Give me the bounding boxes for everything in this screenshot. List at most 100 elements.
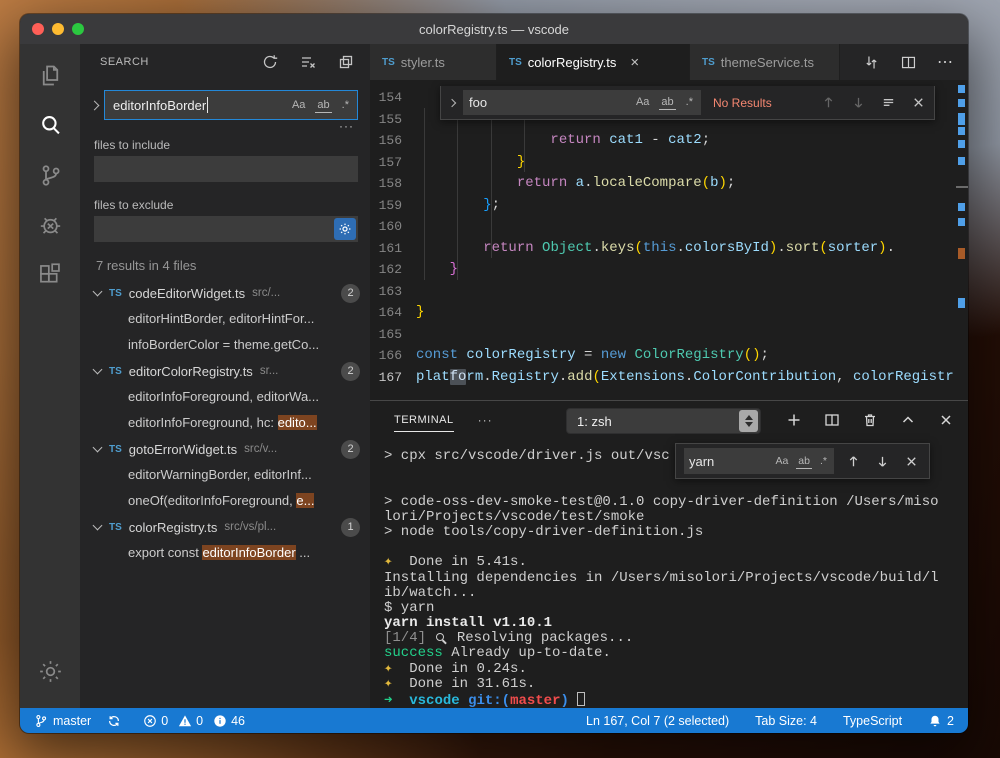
files-to-exclude-input[interactable] (94, 216, 358, 242)
find-next-icon[interactable] (875, 454, 890, 469)
find-in-selection-icon[interactable] (881, 95, 896, 110)
code-line[interactable]: 159 }; (370, 195, 954, 217)
terminal-find-input[interactable]: yarn Aa ab .* (684, 448, 834, 474)
activitybar-search[interactable] (20, 100, 80, 150)
notifications-item[interactable]: 2 (928, 714, 954, 728)
find-input[interactable]: foo Aa ab .* (463, 90, 701, 115)
code-line[interactable]: 165 (370, 324, 954, 346)
toggle-search-details-button[interactable]: ··· (80, 120, 370, 134)
search-result-file-row[interactable]: TScolorRegistry.tssrc/vs/pl...1 (80, 514, 370, 540)
find-previous-icon[interactable] (846, 454, 861, 469)
minimize-window-button[interactable] (52, 23, 64, 35)
tab-themeservice[interactable]: TS themeService.ts (690, 44, 840, 80)
activitybar-explorer[interactable] (20, 50, 80, 100)
problems-item[interactable]: 0 0 46 (137, 714, 245, 728)
search-result-match-row[interactable]: editorInfoForeground, hc: edito... (80, 410, 370, 436)
find-previous-icon[interactable] (821, 95, 836, 110)
close-find-icon[interactable] (904, 454, 919, 469)
code-line[interactable]: 164} (370, 302, 954, 324)
cursor-position-item[interactable]: Ln 167, Col 7 (2 selected) (586, 714, 729, 728)
chevron-down-icon[interactable] (93, 521, 103, 531)
clear-results-icon[interactable] (300, 54, 316, 70)
whole-word-toggle[interactable]: ab (796, 454, 812, 469)
match-case-toggle[interactable]: Aa (290, 98, 307, 113)
code-line[interactable]: 157 } (370, 152, 954, 174)
line-number: 166 (370, 345, 416, 367)
tab-bar: TS styler.ts TS colorRegistry.ts × TS th… (370, 44, 968, 80)
toggle-replace-chevron-icon[interactable] (90, 100, 100, 110)
search-result-match-row[interactable]: editorWarningBorder, editorInf... (80, 462, 370, 488)
close-window-button[interactable] (32, 23, 44, 35)
search-result-match-row[interactable]: infoBorderColor = theme.getCo... (80, 332, 370, 358)
activitybar-debug[interactable] (20, 200, 80, 250)
line-number: 154 (370, 87, 416, 109)
search-result-match-row[interactable]: oneOf(editorInfoForeground, e... (80, 488, 370, 514)
kill-terminal-trash-icon[interactable] (862, 412, 878, 428)
files-to-include-input[interactable] (94, 156, 358, 182)
search-result-file-row[interactable]: TSeditorColorRegistry.tssr...2 (80, 358, 370, 384)
errors-icon (143, 714, 157, 728)
whole-word-toggle[interactable]: ab (659, 95, 675, 110)
search-result-match-row[interactable]: export const editorInfoBorder ... (80, 540, 370, 566)
code-line[interactable]: 161 return Object.keys(this.colorsById).… (370, 238, 954, 260)
tab-colorregistry[interactable]: TS colorRegistry.ts × (497, 44, 690, 80)
code-line[interactable]: 160 (370, 216, 954, 238)
chevron-down-icon[interactable] (93, 443, 103, 453)
zoom-window-button[interactable] (72, 23, 84, 35)
terminal-tab[interactable]: TERMINAL (394, 414, 454, 432)
tab-size-item[interactable]: Tab Size: 4 (755, 714, 817, 728)
code-line[interactable]: 167platform.Registry.add(Extensions.Colo… (370, 367, 954, 389)
code-line[interactable]: 158 return a.localeCompare(b); (370, 173, 954, 195)
refresh-icon[interactable] (262, 54, 278, 70)
activitybar-extensions[interactable] (20, 250, 80, 300)
typescript-file-icon: TS (509, 57, 522, 68)
tab-styler[interactable]: TS styler.ts (370, 44, 497, 80)
find-widget-expand-chevron-icon[interactable] (448, 98, 456, 106)
line-number: 160 (370, 216, 416, 238)
regex-toggle[interactable]: .* (684, 95, 695, 110)
split-editor-icon[interactable] (900, 54, 917, 71)
chevron-down-icon[interactable] (93, 287, 103, 297)
git-branch-item[interactable]: master (34, 714, 91, 728)
split-terminal-icon[interactable] (824, 412, 840, 428)
terminal-shell-select[interactable]: 1: zsh (566, 408, 761, 434)
terminal-more-icon[interactable]: ··· (478, 413, 493, 427)
match-case-toggle[interactable]: Aa (773, 454, 790, 469)
close-find-icon[interactable] (911, 95, 926, 110)
code-line[interactable]: 156 return cat1 - cat2; (370, 130, 954, 152)
terminal-line: [1/4] Resolving packages... (384, 631, 964, 646)
error-count: 0 (161, 714, 168, 728)
code-line[interactable]: 162 } (370, 259, 954, 281)
sync-icon (107, 714, 121, 728)
regex-toggle[interactable]: .* (818, 454, 829, 469)
activitybar-source-control[interactable] (20, 150, 80, 200)
search-input[interactable]: editorInfoBorder Aa ab .* (104, 90, 358, 120)
regex-toggle[interactable]: .* (340, 98, 351, 113)
language-mode-item[interactable]: TypeScript (843, 714, 902, 728)
chevron-down-icon[interactable] (93, 365, 103, 375)
find-next-icon[interactable] (851, 95, 866, 110)
code-line[interactable]: 163 (370, 281, 954, 303)
close-panel-icon[interactable] (938, 412, 954, 428)
new-terminal-icon[interactable] (786, 412, 802, 428)
collapse-all-icon[interactable] (338, 54, 354, 70)
terminal-output[interactable]: > cpx src/vscode/driver.js out/vsc> code… (384, 449, 964, 707)
sync-changes-item[interactable] (107, 714, 121, 728)
maximize-panel-chevron-icon[interactable] (900, 412, 916, 428)
open-changes-icon[interactable] (863, 54, 880, 71)
use-exclude-settings-button[interactable] (334, 218, 356, 240)
search-result-match-row[interactable]: editorInfoForeground, editorWa... (80, 384, 370, 410)
search-result-file-row[interactable]: TSgotoErrorWidget.tssrc/v...2 (80, 436, 370, 462)
code-line[interactable]: 166const colorRegistry = new ColorRegist… (370, 345, 954, 367)
terminal-find-widget: yarn Aa ab .* (675, 443, 930, 479)
code-editor[interactable]: 154155156 return cat1 - cat2;157 }158 re… (370, 80, 968, 400)
close-tab-icon[interactable]: × (630, 54, 639, 71)
terminal-line: ✦ Done in 31.61s. (384, 677, 964, 692)
search-result-file-row[interactable]: TScodeEditorWidget.tssrc/...2 (80, 280, 370, 306)
settings-gear-button[interactable] (20, 646, 80, 696)
editor-more-actions-icon[interactable]: ⋯ (937, 52, 954, 72)
search-result-match-row[interactable]: editorHintBorder, editorHintFor... (80, 306, 370, 332)
match-case-toggle[interactable]: Aa (634, 95, 651, 110)
whole-word-toggle[interactable]: ab (315, 98, 331, 113)
title-bar[interactable]: colorRegistry.ts — vscode (20, 14, 968, 44)
